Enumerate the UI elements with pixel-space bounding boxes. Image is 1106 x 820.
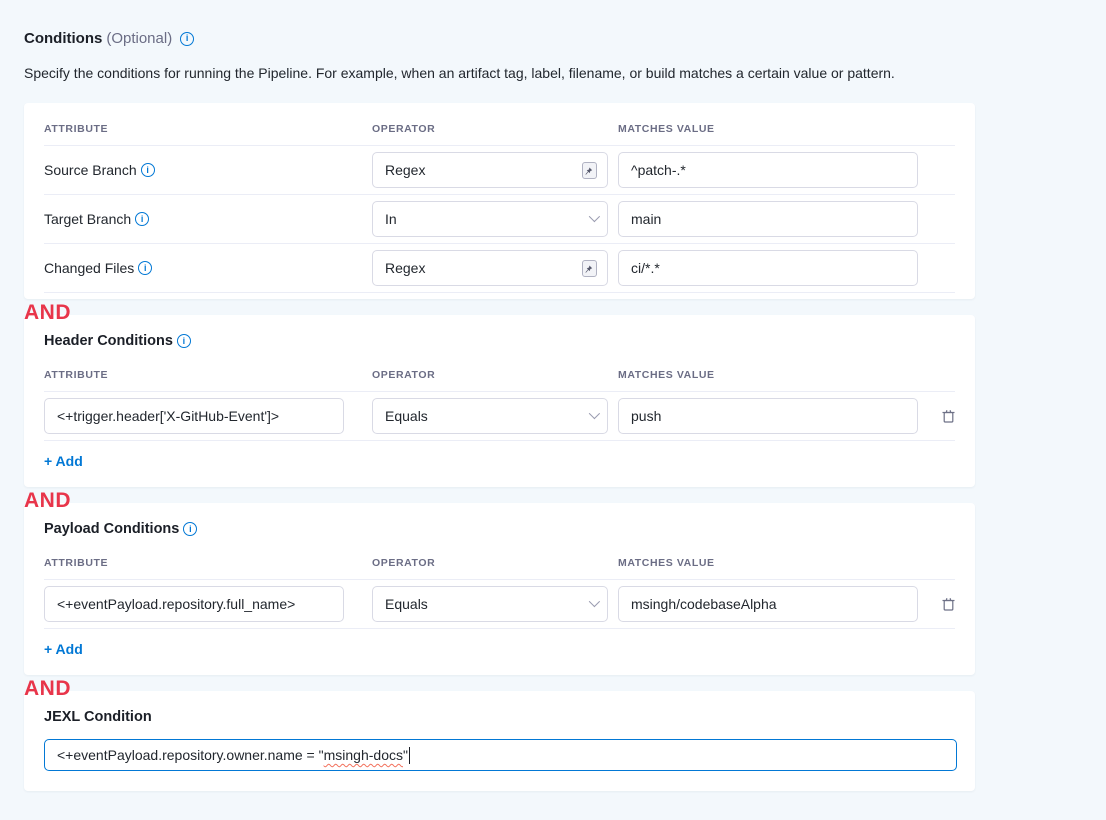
column-header-operator: OPERATOR — [372, 557, 608, 569]
jexl-condition-title: JEXL Condition — [44, 709, 152, 725]
target-branch-value-input[interactable] — [618, 201, 918, 237]
column-header-operator: OPERATOR — [372, 369, 608, 381]
column-header-row: ATTRIBUTE OPERATOR MATCHES VALUE — [44, 117, 955, 146]
add-row: + Add — [44, 629, 955, 663]
panel-title-row: Header Conditions i — [44, 333, 955, 349]
trash-icon — [941, 408, 956, 424]
column-header-matches-value: MATCHES VALUE — [618, 557, 918, 569]
column-header-operator: OPERATOR — [372, 123, 608, 135]
operator-value: Equals — [385, 596, 428, 612]
changed-files-label: Changed Files — [44, 260, 134, 276]
payload-conditions-panel: Payload Conditions i ATTRIBUTE OPERATOR … — [24, 503, 975, 675]
target-branch-operator-select[interactable]: In — [372, 201, 608, 237]
text-cursor — [409, 747, 410, 764]
payload-conditions-title: Payload Conditions — [44, 521, 179, 537]
header-condition-row: Equals — [44, 392, 955, 441]
header-conditions-info-icon[interactable]: i — [177, 334, 191, 348]
source-branch-operator-select[interactable]: Regex — [372, 152, 608, 188]
payload-value-input[interactable] — [618, 586, 918, 622]
section-description: Specify the conditions for running the P… — [24, 65, 975, 81]
section-heading: Conditions (Optional) i — [24, 30, 975, 47]
operator-value: Regex — [385, 260, 425, 276]
column-header-attribute: ATTRIBUTE — [44, 123, 362, 135]
conditions-section: Conditions (Optional) i Specify the cond… — [0, 0, 975, 791]
column-header-attribute: ATTRIBUTE — [44, 557, 362, 569]
chevron-down-icon — [589, 595, 600, 606]
panel-title-row: JEXL Condition — [44, 709, 955, 725]
jexl-value-suffix: " — [403, 747, 408, 763]
page-title: Conditions — [24, 30, 102, 47]
jexl-value-misspelled: msingh-docs — [324, 747, 403, 763]
target-branch-info-icon[interactable]: i — [135, 212, 149, 226]
add-header-condition-button[interactable]: + Add — [44, 453, 83, 469]
header-conditions-title: Header Conditions — [44, 333, 173, 349]
condition-row-changed-files: Changed Files i Regex — [44, 244, 955, 293]
trash-icon — [941, 596, 956, 612]
payload-operator-select[interactable]: Equals — [372, 586, 608, 622]
jexl-condition-input[interactable]: <+eventPayload.repository.owner.name = "… — [44, 739, 957, 771]
source-branch-value-input[interactable] — [618, 152, 918, 188]
row-label: Target Branch i — [44, 211, 362, 227]
conditions-info-icon[interactable]: i — [180, 32, 194, 46]
column-header-matches-value: MATCHES VALUE — [618, 123, 918, 135]
payload-conditions-info-icon[interactable]: i — [183, 522, 197, 536]
chevron-down-icon — [589, 210, 600, 221]
and-separator: AND — [24, 489, 94, 513]
changed-files-value-input[interactable] — [618, 250, 918, 286]
chevron-down-icon — [589, 407, 600, 418]
column-header-attribute: ATTRIBUTE — [44, 369, 362, 381]
fixed-input-pin-icon[interactable] — [582, 162, 597, 179]
condition-row-target-branch: Target Branch i In — [44, 195, 955, 244]
header-conditions-panel: Header Conditions i ATTRIBUTE OPERATOR M… — [24, 315, 975, 487]
condition-row-source-branch: Source Branch i Regex — [44, 146, 955, 195]
header-attribute-input[interactable] — [44, 398, 344, 434]
header-operator-select[interactable]: Equals — [372, 398, 608, 434]
jexl-condition-panel: JEXL Condition <+eventPayload.repository… — [24, 691, 975, 791]
target-branch-label: Target Branch — [44, 211, 131, 227]
row-label: Source Branch i — [44, 162, 362, 178]
header-value-input[interactable] — [618, 398, 918, 434]
column-header-row: ATTRIBUTE OPERATOR MATCHES VALUE — [44, 551, 955, 580]
source-branch-label: Source Branch — [44, 162, 137, 178]
add-row: + Add — [44, 441, 955, 475]
operator-value: Equals — [385, 408, 428, 424]
changed-files-info-icon[interactable]: i — [138, 261, 152, 275]
changed-files-operator-select[interactable]: Regex — [372, 250, 608, 286]
panel-title-row: Payload Conditions i — [44, 521, 955, 537]
branch-conditions-panel: ATTRIBUTE OPERATOR MATCHES VALUE Source … — [24, 103, 975, 299]
operator-value: Regex — [385, 162, 425, 178]
and-separator: AND — [24, 677, 94, 701]
payload-condition-row: Equals — [44, 580, 955, 629]
delete-row-button[interactable] — [936, 404, 960, 428]
row-label: Changed Files i — [44, 260, 362, 276]
fixed-input-pin-icon[interactable] — [582, 260, 597, 277]
delete-row-button[interactable] — [936, 592, 960, 616]
and-separator: AND — [24, 301, 94, 325]
payload-attribute-input[interactable] — [44, 586, 344, 622]
operator-value: In — [385, 211, 397, 227]
column-header-matches-value: MATCHES VALUE — [618, 369, 918, 381]
source-branch-info-icon[interactable]: i — [141, 163, 155, 177]
jexl-value-prefix: <+eventPayload.repository.owner.name = " — [57, 747, 324, 763]
column-header-row: ATTRIBUTE OPERATOR MATCHES VALUE — [44, 363, 955, 392]
add-payload-condition-button[interactable]: + Add — [44, 641, 83, 657]
optional-label: (Optional) — [106, 30, 172, 47]
